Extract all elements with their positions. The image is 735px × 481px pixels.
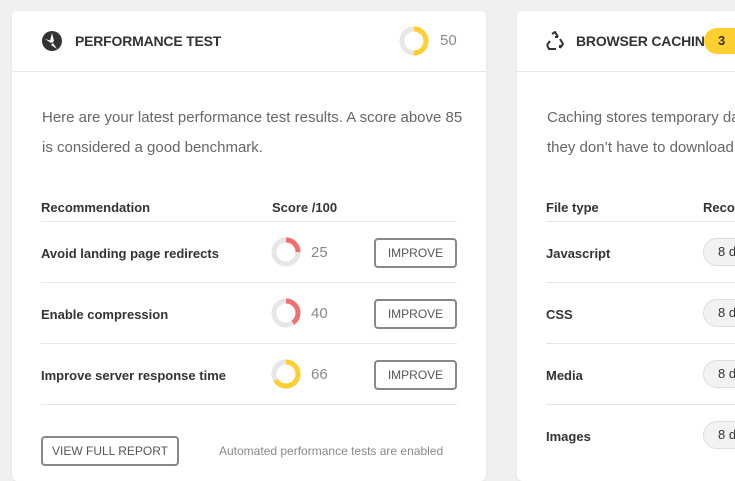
row-divider: [546, 343, 735, 344]
recommendation-column-header: Recommendation: [41, 200, 151, 215]
cache-expiry-value: 8 d: [703, 299, 735, 327]
performance-description-line1: Here are your latest performance test re…: [42, 109, 463, 126]
table-row-label: Avoid landing page redirects: [41, 246, 219, 261]
cache-expiry-value: 8 d: [703, 421, 735, 449]
performance-card-header: Performance Test 50: [12, 11, 486, 72]
browser-caching-card: Browser Caching 3 Caching stores tempora…: [517, 11, 735, 481]
performance-test-card: Performance Test 50 Here are your latest…: [12, 11, 486, 481]
table-row-label: Media: [546, 368, 583, 383]
recycle-icon: [546, 31, 564, 50]
view-full-report-button[interactable]: View Full Report: [41, 436, 179, 466]
performance-card-title: Performance Test: [75, 33, 222, 49]
overall-score-ring: [399, 26, 429, 56]
row-divider: [41, 343, 457, 344]
automated-tests-note: Automated performance tests are enabled: [219, 444, 444, 458]
row-score-value: 40: [311, 305, 328, 322]
table-divider: [546, 221, 735, 222]
gauge-icon: [42, 31, 62, 51]
file-type-column-header: File type: [546, 200, 599, 215]
recommended-column-header: Recom: [703, 200, 735, 215]
row-score-ring: [271, 237, 301, 267]
table-row-label: Javascript: [546, 246, 611, 261]
row-divider: [41, 404, 457, 405]
row-divider: [546, 282, 735, 283]
score-column-header: Score /100: [272, 200, 338, 215]
caching-card-title: Browser Caching: [576, 33, 716, 49]
caching-description-line2: they don’t have to download a: [547, 139, 735, 156]
table-divider: [41, 221, 457, 222]
caching-description-line1: Caching stores temporary da: [547, 109, 735, 126]
cache-expiry-value: 8 d: [703, 360, 735, 388]
issues-count-badge: 3: [704, 28, 735, 54]
row-score-ring: [271, 359, 301, 389]
row-divider: [546, 404, 735, 405]
caching-card-header: Browser Caching 3: [517, 11, 735, 72]
improve-button[interactable]: Improve: [374, 299, 457, 329]
row-score-ring: [271, 298, 301, 328]
overall-score-value: 50: [440, 32, 457, 49]
cache-expiry-value: 8 d: [703, 238, 735, 266]
improve-button[interactable]: Improve: [374, 360, 457, 390]
row-score-value: 25: [311, 244, 328, 261]
row-divider: [41, 282, 457, 283]
table-row-label: Images: [546, 429, 591, 444]
table-row-label: Improve server response time: [41, 368, 226, 383]
performance-description-line2: is considered a good benchmark.: [42, 139, 263, 156]
table-row-label: CSS: [546, 307, 573, 322]
improve-button[interactable]: Improve: [374, 238, 457, 268]
row-score-value: 66: [311, 366, 328, 383]
table-row-label: Enable compression: [41, 307, 169, 322]
